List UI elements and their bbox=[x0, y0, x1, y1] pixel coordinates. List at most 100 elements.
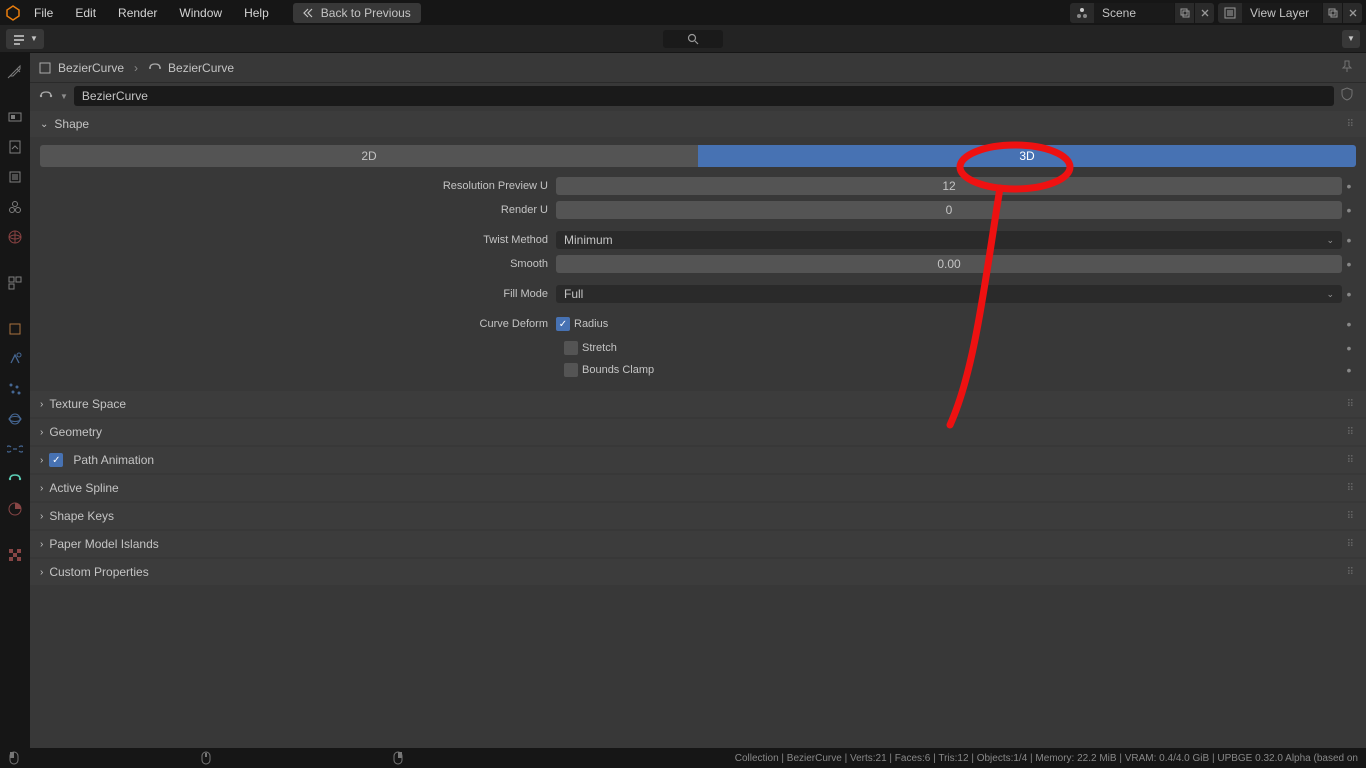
delete-viewlayer-button[interactable] bbox=[1342, 3, 1362, 23]
particles-tab-icon[interactable] bbox=[5, 379, 25, 399]
prop-stretch: Stretch • bbox=[40, 337, 1356, 359]
animate-button[interactable]: • bbox=[1342, 202, 1356, 218]
panel-title: Active Spline bbox=[49, 481, 118, 495]
panel-title: Shape Keys bbox=[49, 509, 114, 523]
menu-help[interactable]: Help bbox=[234, 3, 279, 23]
drag-handle-icon[interactable]: ⠿ bbox=[1347, 427, 1356, 438]
prop-fill-mode: Fill Mode Full⌄ • bbox=[40, 283, 1356, 305]
check-icon: ✓ bbox=[559, 319, 567, 330]
data-tab-icon[interactable] bbox=[5, 469, 25, 489]
panel-header-geometry[interactable]: › Geometry ⠿ bbox=[30, 419, 1366, 445]
datablock-name-input[interactable]: BezierCurve bbox=[74, 86, 1334, 106]
back-arrow-icon bbox=[303, 7, 315, 19]
bounds-clamp-checkbox[interactable] bbox=[564, 363, 578, 377]
scene-selector[interactable]: Scene bbox=[1070, 3, 1214, 23]
toggle-2d-button[interactable]: 2D bbox=[40, 145, 698, 167]
pin-button[interactable] bbox=[1340, 59, 1358, 77]
editor-type-button[interactable]: ▼ bbox=[6, 29, 44, 49]
world-tab-icon[interactable] bbox=[5, 227, 25, 247]
expand-icon: › bbox=[40, 455, 43, 466]
drag-handle-icon[interactable]: ⠿ bbox=[1347, 455, 1356, 466]
constraints-tab-icon[interactable] bbox=[5, 439, 25, 459]
material-tab-icon[interactable] bbox=[5, 499, 25, 519]
drag-handle-icon[interactable]: ⠿ bbox=[1347, 511, 1356, 522]
tool-tab-icon[interactable] bbox=[5, 61, 25, 81]
scene-tab-icon[interactable] bbox=[5, 197, 25, 217]
render-tab-icon[interactable] bbox=[5, 107, 25, 127]
breadcrumb-item-data[interactable]: BezierCurve bbox=[148, 61, 234, 75]
viewlayer-name[interactable]: View Layer bbox=[1242, 6, 1322, 20]
breadcrumb: BezierCurve › BezierCurve bbox=[30, 53, 1366, 83]
panel-header-shape[interactable]: ⌄ Shape ⠿ bbox=[30, 111, 1366, 137]
drag-handle-icon[interactable]: ⠿ bbox=[1347, 119, 1356, 130]
prop-label: Curve Deform bbox=[40, 318, 556, 330]
dimensions-toggle: 2D 3D bbox=[40, 145, 1356, 167]
new-scene-button[interactable] bbox=[1174, 3, 1194, 23]
menu-file[interactable]: File bbox=[24, 3, 63, 23]
animate-button[interactable]: • bbox=[1342, 362, 1356, 378]
twist-method-select[interactable]: Minimum⌄ bbox=[556, 231, 1342, 249]
viewlayer-tab-icon[interactable] bbox=[5, 167, 25, 187]
prop-label: Render U bbox=[40, 204, 556, 216]
back-to-previous-button[interactable]: Back to Previous bbox=[293, 3, 421, 23]
output-tab-icon[interactable] bbox=[5, 137, 25, 157]
path-animation-checkbox[interactable]: ✓ bbox=[49, 453, 63, 467]
breadcrumb-item-object[interactable]: BezierCurve bbox=[38, 61, 124, 75]
drag-handle-icon[interactable]: ⠿ bbox=[1347, 567, 1356, 578]
mouse-left-icon bbox=[8, 751, 20, 765]
panel-title: Texture Space bbox=[49, 397, 126, 411]
toggle-3d-button[interactable]: 3D bbox=[698, 145, 1356, 167]
radius-checkbox[interactable]: ✓ bbox=[556, 317, 570, 331]
panel-header-path-animation[interactable]: › ✓ Path Animation ⠿ bbox=[30, 447, 1366, 473]
animate-button[interactable]: • bbox=[1342, 286, 1356, 302]
panel-title: Custom Properties bbox=[49, 565, 148, 579]
collection-tab-icon[interactable] bbox=[5, 273, 25, 293]
search-input[interactable] bbox=[663, 30, 723, 48]
back-label: Back to Previous bbox=[321, 6, 411, 20]
status-bar: Collection | BezierCurve | Verts:21 | Fa… bbox=[0, 748, 1366, 768]
panel-header-texture-space[interactable]: › Texture Space ⠿ bbox=[30, 391, 1366, 417]
menu-window[interactable]: Window bbox=[169, 3, 232, 23]
panel-header-custom-properties[interactable]: › Custom Properties ⠿ bbox=[30, 559, 1366, 585]
new-viewlayer-button[interactable] bbox=[1322, 3, 1342, 23]
panel-header-shape-keys[interactable]: › Shape Keys ⠿ bbox=[30, 503, 1366, 529]
drag-handle-icon[interactable]: ⠿ bbox=[1347, 483, 1356, 494]
delete-scene-button[interactable] bbox=[1194, 3, 1214, 23]
stretch-checkbox[interactable] bbox=[564, 341, 578, 355]
panel-title: Geometry bbox=[49, 425, 102, 439]
prop-label: Fill Mode bbox=[40, 288, 556, 300]
chevron-down-icon[interactable]: ▼ bbox=[60, 92, 68, 101]
panel-header-active-spline[interactable]: › Active Spline ⠿ bbox=[30, 475, 1366, 501]
texture-tab-icon[interactable] bbox=[5, 545, 25, 565]
scene-name[interactable]: Scene bbox=[1094, 6, 1174, 20]
main-area: BezierCurve › BezierCurve ▼ BezierCurve bbox=[0, 53, 1366, 748]
search-icon bbox=[687, 33, 699, 45]
menu-render[interactable]: Render bbox=[108, 3, 167, 23]
panel-header-paper-model[interactable]: › Paper Model Islands ⠿ bbox=[30, 531, 1366, 557]
options-button[interactable]: ▼ bbox=[1342, 30, 1360, 48]
smooth-field[interactable]: 0.00 bbox=[556, 255, 1342, 273]
resolution-preview-field[interactable]: 12 bbox=[556, 177, 1342, 195]
breadcrumb-label: BezierCurve bbox=[168, 61, 234, 75]
panel-title: Paper Model Islands bbox=[49, 537, 158, 551]
physics-tab-icon[interactable] bbox=[5, 409, 25, 429]
animate-button[interactable]: • bbox=[1342, 232, 1356, 248]
menu-edit[interactable]: Edit bbox=[65, 3, 106, 23]
fill-mode-select[interactable]: Full⌄ bbox=[556, 285, 1342, 303]
prop-label: Smooth bbox=[40, 258, 556, 270]
drag-handle-icon[interactable]: ⠿ bbox=[1347, 399, 1356, 410]
expand-icon: › bbox=[40, 483, 43, 494]
prop-bounds-clamp: Bounds Clamp • bbox=[40, 359, 1356, 381]
animate-button[interactable]: • bbox=[1342, 316, 1356, 332]
animate-button[interactable]: • bbox=[1342, 256, 1356, 272]
object-tab-icon[interactable] bbox=[5, 319, 25, 339]
render-u-field[interactable]: 0 bbox=[556, 201, 1342, 219]
modifier-tab-icon[interactable] bbox=[5, 349, 25, 369]
viewlayer-selector[interactable]: View Layer bbox=[1218, 3, 1362, 23]
drag-handle-icon[interactable]: ⠿ bbox=[1347, 539, 1356, 550]
fake-user-button[interactable] bbox=[1340, 87, 1358, 105]
animate-button[interactable]: • bbox=[1342, 340, 1356, 356]
expand-icon: › bbox=[40, 539, 43, 550]
checkbox-label: Bounds Clamp bbox=[582, 364, 654, 376]
animate-button[interactable]: • bbox=[1342, 178, 1356, 194]
